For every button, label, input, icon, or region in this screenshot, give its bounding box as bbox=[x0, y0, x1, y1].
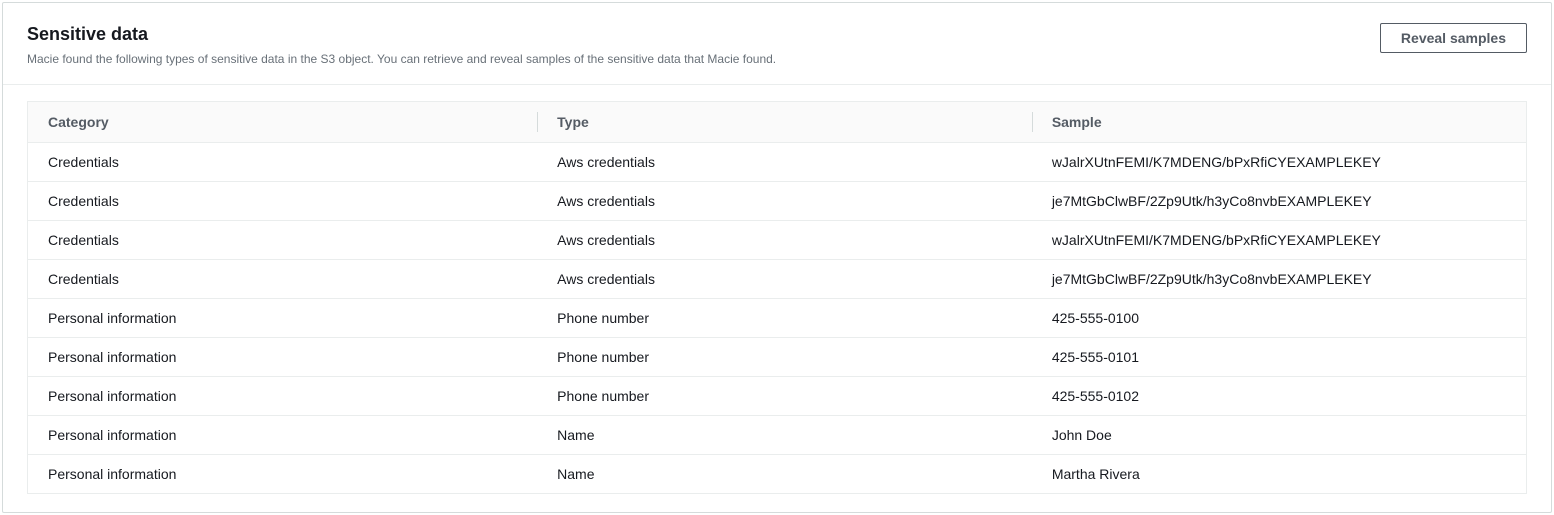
cell-sample: Martha Rivera bbox=[1032, 455, 1527, 494]
cell-category: Credentials bbox=[28, 260, 538, 299]
cell-category: Personal information bbox=[28, 455, 538, 494]
cell-type: Aws credentials bbox=[537, 221, 1032, 260]
reveal-samples-button[interactable]: Reveal samples bbox=[1380, 23, 1527, 53]
cell-category: Personal information bbox=[28, 377, 538, 416]
cell-sample: 425-555-0101 bbox=[1032, 338, 1527, 377]
table-row: CredentialsAws credentialsje7MtGbClwBF/2… bbox=[28, 260, 1527, 299]
panel-header: Sensitive data Macie found the following… bbox=[27, 23, 1527, 68]
table-row: CredentialsAws credentialsje7MtGbClwBF/2… bbox=[28, 182, 1527, 221]
column-header-category[interactable]: Category bbox=[28, 102, 538, 143]
cell-type: Aws credentials bbox=[537, 182, 1032, 221]
cell-category: Credentials bbox=[28, 143, 538, 182]
sensitive-data-panel: Sensitive data Macie found the following… bbox=[2, 2, 1552, 513]
sensitive-data-table: Category Type Sample CredentialsAws cred… bbox=[27, 101, 1527, 494]
panel-description: Macie found the following types of sensi… bbox=[27, 50, 1364, 68]
table-row: Personal informationNameJohn Doe bbox=[28, 416, 1527, 455]
column-header-type[interactable]: Type bbox=[537, 102, 1032, 143]
column-header-sample[interactable]: Sample bbox=[1032, 102, 1527, 143]
cell-sample: 425-555-0100 bbox=[1032, 299, 1527, 338]
cell-type: Phone number bbox=[537, 338, 1032, 377]
cell-sample: wJalrXUtnFEMI/K7MDENG/bPxRfiCYEXAMPLEKEY bbox=[1032, 143, 1527, 182]
table-row: Personal informationNameMartha Rivera bbox=[28, 455, 1527, 494]
cell-type: Aws credentials bbox=[537, 143, 1032, 182]
cell-type: Name bbox=[537, 455, 1032, 494]
cell-sample: je7MtGbClwBF/2Zp9Utk/h3yCo8nvbEXAMPLEKEY bbox=[1032, 260, 1527, 299]
table-header-row: Category Type Sample bbox=[28, 102, 1527, 143]
cell-category: Credentials bbox=[28, 221, 538, 260]
table-row: Personal informationPhone number425-555-… bbox=[28, 377, 1527, 416]
cell-type: Phone number bbox=[537, 377, 1032, 416]
cell-category: Personal information bbox=[28, 416, 538, 455]
cell-sample: 425-555-0102 bbox=[1032, 377, 1527, 416]
panel-title: Sensitive data bbox=[27, 23, 1364, 46]
cell-category: Personal information bbox=[28, 299, 538, 338]
cell-category: Personal information bbox=[28, 338, 538, 377]
cell-sample: je7MtGbClwBF/2Zp9Utk/h3yCo8nvbEXAMPLEKEY bbox=[1032, 182, 1527, 221]
cell-sample: wJalrXUtnFEMI/K7MDENG/bPxRfiCYEXAMPLEKEY bbox=[1032, 221, 1527, 260]
table-row: CredentialsAws credentialswJalrXUtnFEMI/… bbox=[28, 221, 1527, 260]
table-row: Personal informationPhone number425-555-… bbox=[28, 338, 1527, 377]
table-row: CredentialsAws credentialswJalrXUtnFEMI/… bbox=[28, 143, 1527, 182]
cell-type: Name bbox=[537, 416, 1032, 455]
cell-type: Aws credentials bbox=[537, 260, 1032, 299]
cell-sample: John Doe bbox=[1032, 416, 1527, 455]
cell-category: Credentials bbox=[28, 182, 538, 221]
cell-type: Phone number bbox=[537, 299, 1032, 338]
table-row: Personal informationPhone number425-555-… bbox=[28, 299, 1527, 338]
